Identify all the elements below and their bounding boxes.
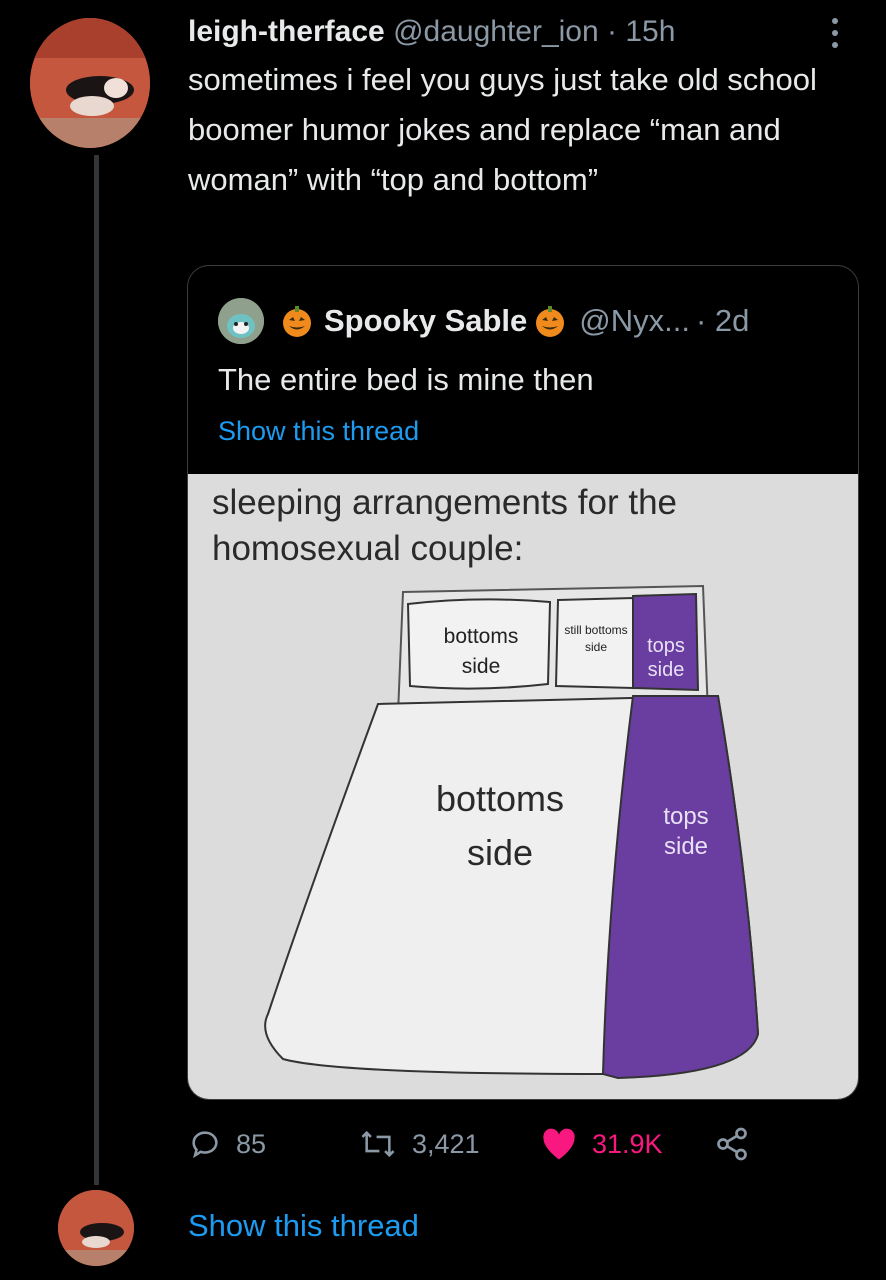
quote-text: The entire bed is mine then [218,362,594,397]
quote-timestamp[interactable]: · 2d [696,303,749,339]
avatar[interactable] [58,1190,134,1266]
quote-avatar [218,298,264,344]
share-icon [717,1127,747,1161]
thread-line [94,155,99,1185]
right-pillow-label: tops side [647,635,685,681]
pumpkin-icon [533,304,567,338]
display-name[interactable]: leigh-therface [188,15,385,48]
retweet-icon [361,1130,395,1158]
meme-image[interactable]: sleeping arrangements for the homosexual… [188,474,858,1099]
retweet-count: 3,421 [412,1128,480,1159]
share-button[interactable] [714,1124,764,1164]
like-icon [543,1128,575,1160]
quote-tweet-card[interactable]: Spooky Sable @Nyx... · 2d The entire bed… [187,265,859,1100]
tweet-text: sometimes i feel you guys just take old … [188,62,817,197]
like-button[interactable]: 31.9K [540,1124,663,1164]
quote-show-thread-link[interactable]: Show this thread [218,416,419,447]
middle-pillow-label: still bottoms side [564,623,628,654]
show-thread-link[interactable]: Show this thread [188,1208,419,1244]
bed-tops-region [601,695,760,1080]
tweet-header: leigh-therface @daughter_ion · 15h [188,14,828,50]
reply-icon [192,1131,218,1159]
bed-left-label: bottoms side [435,778,565,873]
more-icon[interactable] [828,16,842,50]
quote-display-name[interactable]: Spooky Sable [324,303,527,339]
quote-header: Spooky Sable @Nyx... · 2d [218,298,749,344]
reply-button[interactable]: 85 [188,1124,266,1164]
action-bar: 85 3,421 31.9K [188,1124,828,1164]
left-pillow-label: bottoms side [443,625,519,678]
avatar[interactable] [30,18,150,148]
reply-count: 85 [236,1128,267,1159]
like-count: 31.9K [592,1128,663,1159]
bed-right-label: tops side [663,803,709,860]
retweet-button[interactable]: 3,421 [358,1124,480,1164]
pumpkin-icon [280,304,314,338]
timestamp[interactable]: · 15h [607,15,675,48]
quote-handle[interactable]: @Nyx... [579,303,690,339]
handle[interactable]: @daughter_ion [393,15,599,48]
